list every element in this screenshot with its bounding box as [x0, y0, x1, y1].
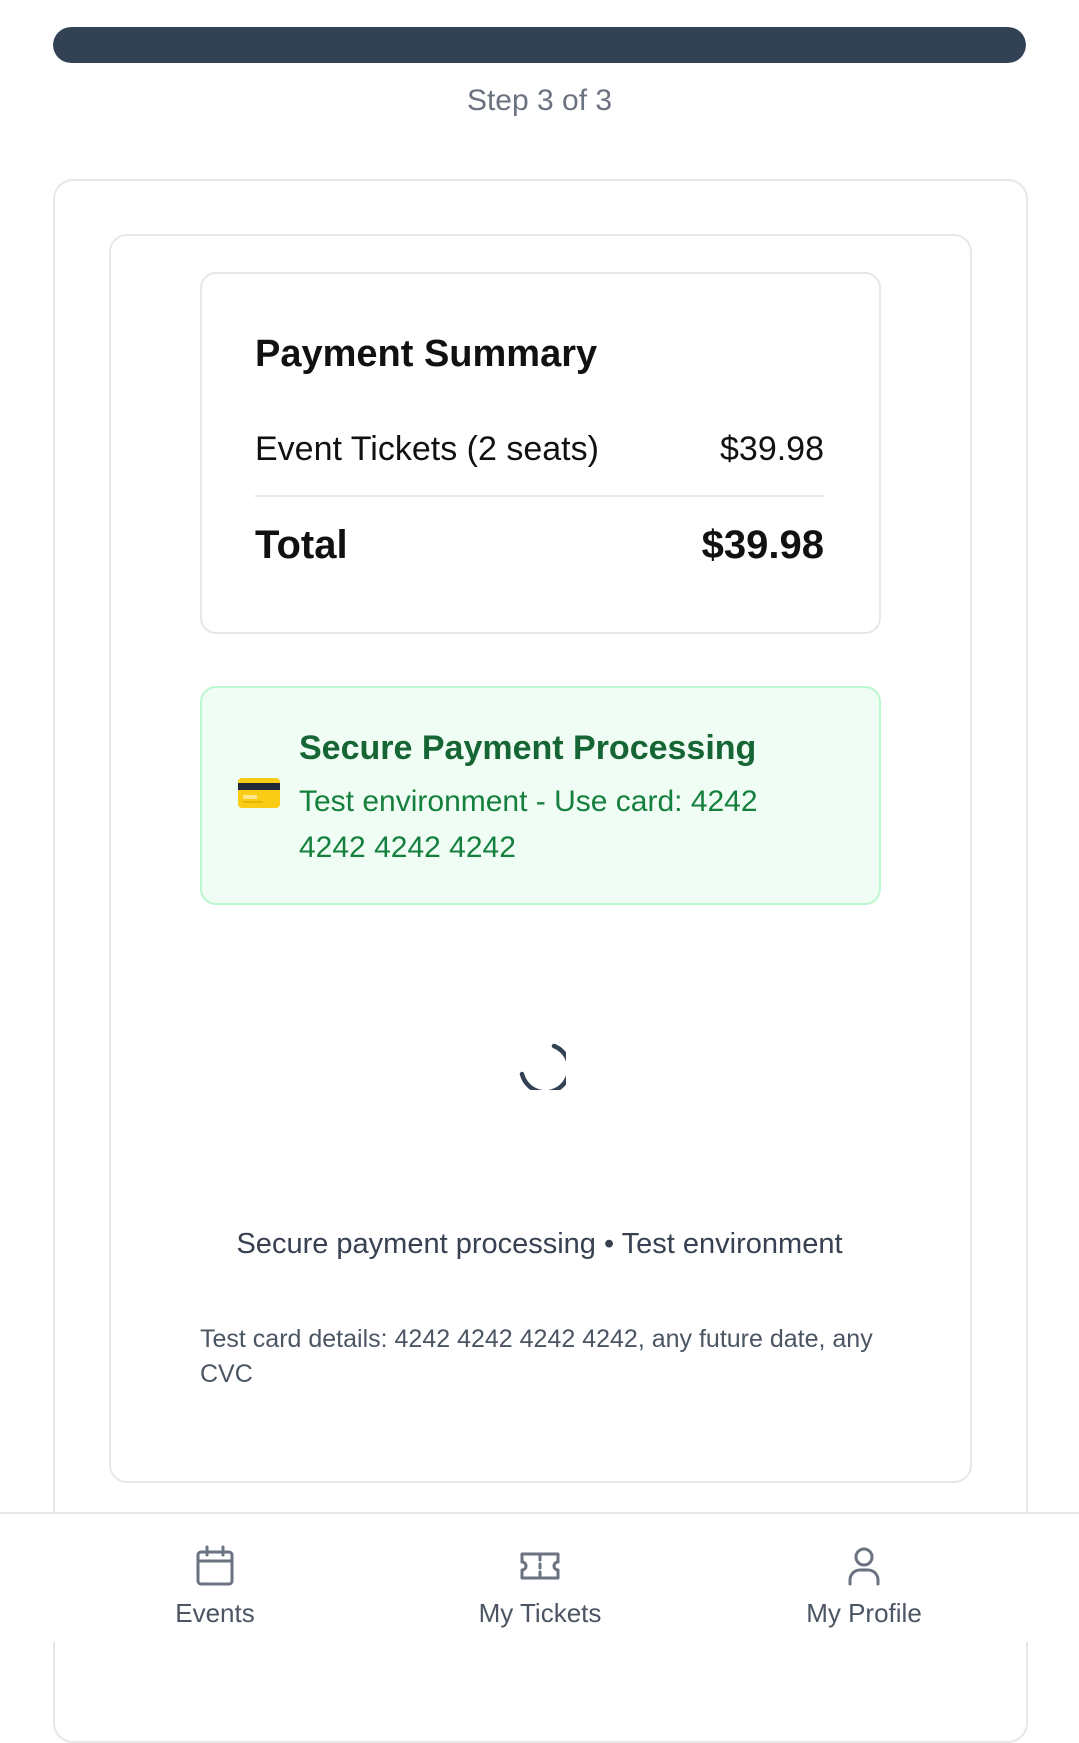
progress-bar: [53, 27, 1026, 63]
secure-footer-note: Secure payment processing • Test environ…: [236, 1228, 843, 1260]
nav-item-my-profile[interactable]: My Profile: [714, 1514, 1014, 1642]
total-label: Total: [255, 523, 348, 567]
summary-divider: [255, 495, 824, 497]
ticket-icon: [520, 1552, 560, 1580]
secure-notice-title: Secure Payment Processing: [299, 729, 757, 767]
nav-item-events[interactable]: Events: [65, 1514, 365, 1642]
test-card-details: Test card details: 4242 4242 4242 4242, …: [200, 1325, 873, 1388]
bottom-navigation: Events My Tickets My Profile: [0, 1512, 1079, 1642]
spinner-icon: [519, 1043, 566, 1090]
nav-label-events: Events: [175, 1598, 255, 1628]
secure-notice-text: Test environment - Use card: 4242 4242 4…: [299, 785, 758, 864]
progress-bar-fill: [53, 27, 1026, 63]
line-item-label: Event Tickets (2 seats): [255, 430, 599, 468]
user-icon: [848, 1547, 880, 1586]
payment-summary-title: Payment Summary: [255, 333, 598, 375]
nav-label-my-profile: My Profile: [806, 1598, 922, 1628]
line-item-amount: $39.98: [720, 430, 824, 468]
step-indicator: Step 3 of 3: [466, 84, 613, 117]
nav-label-my-tickets: My Tickets: [478, 1598, 602, 1628]
calendar-icon: [196, 1545, 234, 1586]
total-amount: $39.98: [701, 523, 824, 567]
nav-item-my-tickets[interactable]: My Tickets: [390, 1514, 690, 1642]
credit-card-icon: [238, 778, 280, 808]
